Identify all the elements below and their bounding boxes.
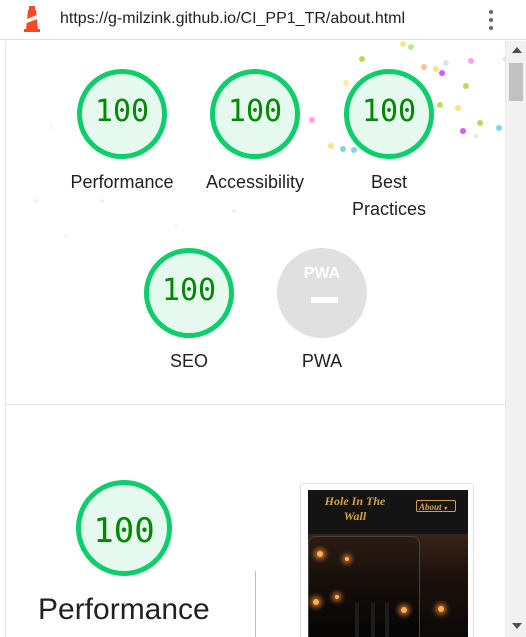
- lighthouse-icon: [24, 6, 40, 32]
- lamp-light-icon: [313, 599, 319, 605]
- scroll-down-arrow-icon[interactable]: [512, 623, 522, 629]
- site-header: Hole In The Wall About ▾: [308, 490, 468, 534]
- final-screenshot[interactable]: Hole In The Wall About ▾: [300, 483, 474, 637]
- section-divider: [6, 404, 505, 405]
- pwa-dash-icon: [311, 297, 338, 303]
- gauge-label: Performance: [70, 172, 174, 192]
- score-ring: 100: [344, 69, 434, 159]
- gauge-accessibility[interactable]: 100 Accessibility: [185, 69, 325, 196]
- browser-url-bar: https://g-milzink.github.io/CI_PP1_TR/ab…: [0, 0, 526, 40]
- gauge-seo[interactable]: 100 SEO: [119, 248, 259, 375]
- hero-photo-frame: [308, 536, 420, 637]
- score-value: 100: [227, 94, 283, 129]
- score-value: 100: [361, 94, 417, 129]
- site-title: Hole In The Wall: [324, 494, 386, 523]
- lamp-light-icon: [345, 557, 349, 561]
- gauge-label: PWA: [301, 351, 343, 371]
- site-nav-select-label: About: [419, 502, 442, 512]
- section-separator-line: [255, 571, 256, 637]
- performance-score-gauge: 100: [76, 480, 172, 576]
- score-ring: 100: [77, 69, 167, 159]
- gauge-label: Accessibility: [205, 172, 305, 192]
- score-ring: 100: [144, 248, 234, 338]
- report-content: 100 Performance 100 Accessibility 100 Be…: [5, 41, 505, 637]
- chevron-down-icon: ▾: [443, 506, 447, 512]
- scroll-up-arrow-icon[interactable]: [512, 47, 522, 53]
- site-hero-photo: [308, 534, 468, 637]
- site-nav-select: About ▾: [416, 500, 456, 512]
- pillar-shape: [371, 603, 375, 637]
- scrollbar[interactable]: [505, 41, 526, 637]
- lamp-light-icon: [438, 606, 444, 612]
- url-text[interactable]: https://g-milzink.github.io/CI_PP1_TR/ab…: [60, 10, 405, 28]
- pwa-badge-text: PWA: [303, 265, 341, 282]
- score-value: 100: [94, 94, 150, 129]
- score-value: 100: [161, 273, 217, 308]
- site-screenshot-image: Hole In The Wall About ▾: [308, 490, 468, 637]
- gauge-label: SEO: [169, 351, 208, 371]
- gauge-best-practices[interactable]: 100 Best Practices: [319, 69, 459, 223]
- lamp-light-icon: [317, 551, 323, 557]
- lamp-light-icon: [335, 595, 339, 599]
- scrollbar-thumb[interactable]: [509, 63, 523, 101]
- pillar-shape: [355, 603, 359, 637]
- lamp-light-icon: [401, 607, 407, 613]
- performance-score-value: 100: [93, 511, 155, 551]
- gauge-pwa[interactable]: PWA PWA: [252, 248, 392, 375]
- performance-section-title: Performance: [38, 593, 210, 626]
- pillar-shape: [385, 603, 389, 637]
- score-ring: 100: [210, 69, 300, 159]
- kebab-menu-icon[interactable]: [484, 8, 498, 32]
- gauge-performance[interactable]: 100 Performance: [52, 69, 192, 196]
- gauge-label: Best Practices: [351, 172, 427, 219]
- pwa-badge-icon: PWA: [277, 248, 367, 338]
